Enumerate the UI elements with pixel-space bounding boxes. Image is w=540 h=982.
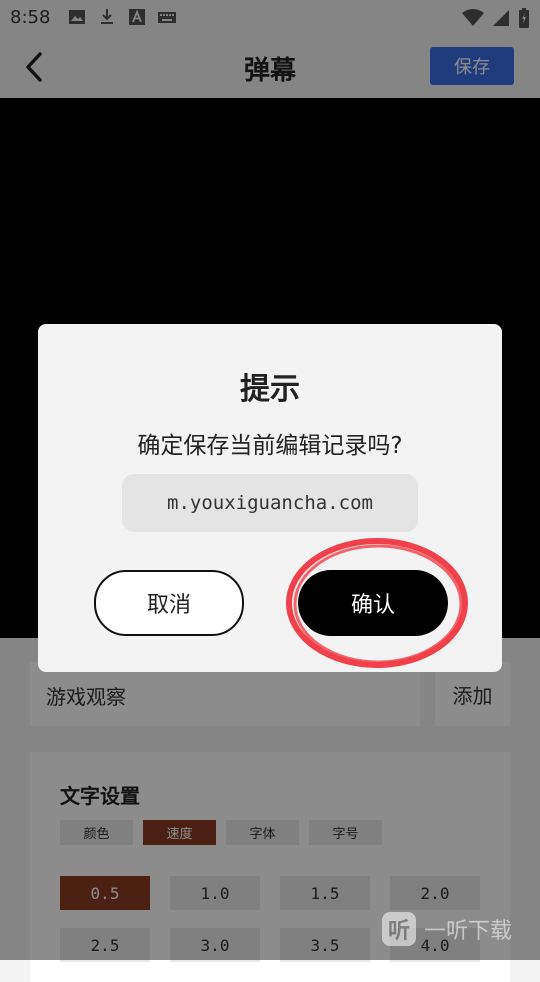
cancel-button[interactable]: 取消 <box>94 570 244 636</box>
dialog-message: 确定保存当前编辑记录吗? <box>137 433 403 459</box>
confirm-button[interactable]: 确认 <box>298 570 448 636</box>
watermark-text: 一听下载 <box>424 919 513 944</box>
dialog-title: 提示 <box>240 372 300 407</box>
watermark: 听 一听下载 <box>382 912 512 946</box>
watermark-logo: 听 <box>382 912 416 946</box>
dialog-watermark-url: m.youxiguancha.com <box>122 474 418 532</box>
confirm-dialog: 提示 确定保存当前编辑记录吗? m.youxiguancha.com 取消 确认 <box>38 324 502 672</box>
